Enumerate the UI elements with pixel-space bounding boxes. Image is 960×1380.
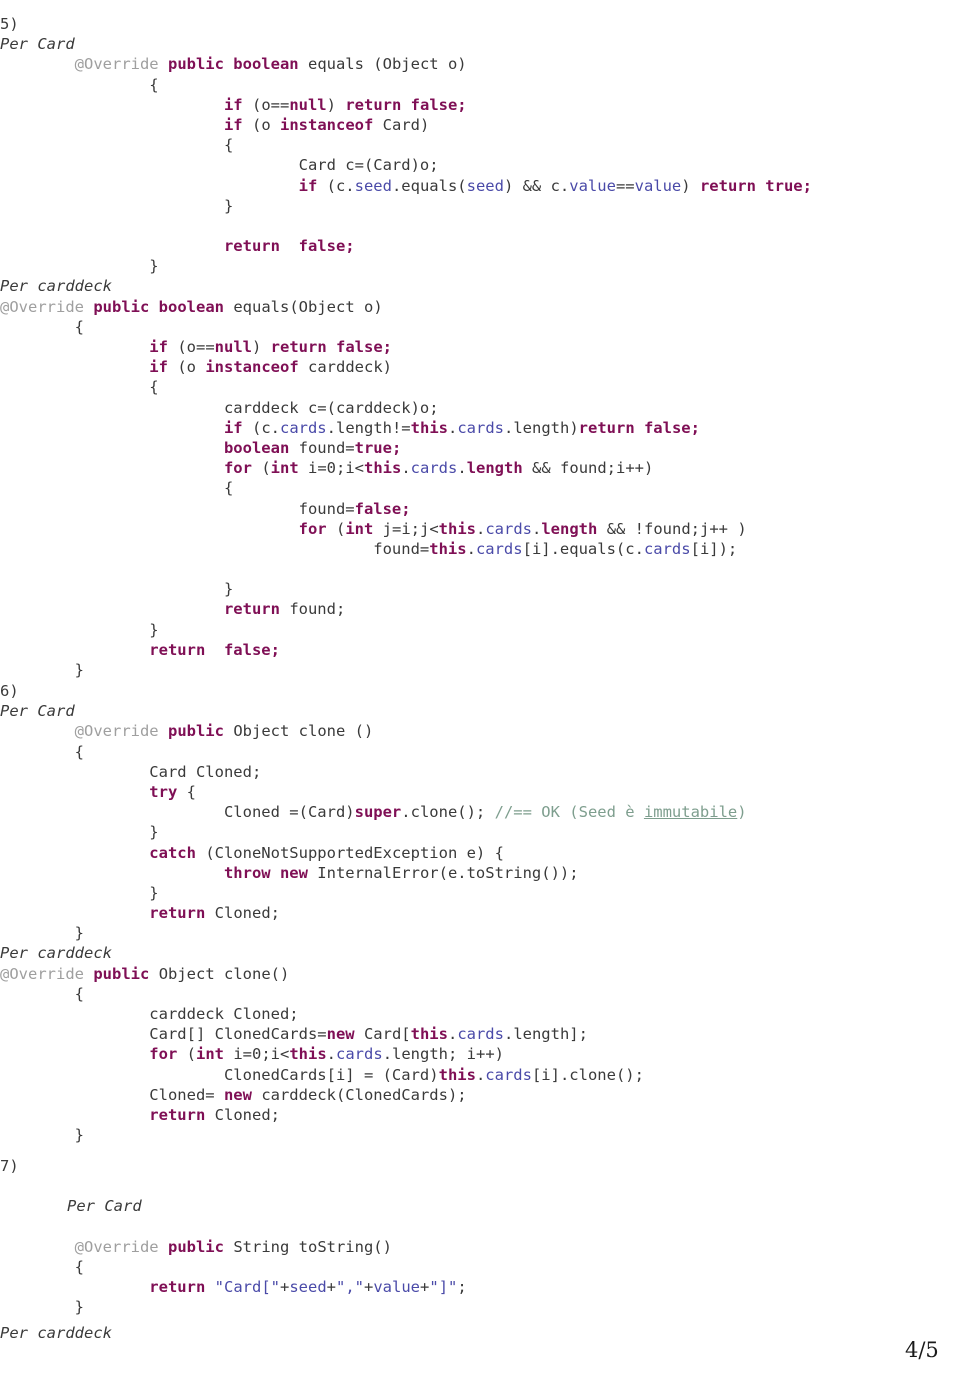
code-block-card-clone: @Override public Object clone () { Card … (0, 722, 747, 943)
section-6: 6) Per Card @Override public Object clon… (0, 681, 747, 1145)
caption-per-card-1: Per Card (0, 35, 75, 54)
caption-per-carddeck-1: Per carddeck (0, 277, 112, 296)
section-5: 5) Per Card @Override public boolean equ… (0, 14, 812, 680)
document-page: 5) Per Card @Override public boolean equ… (0, 0, 960, 1380)
caption-per-card-3: Per Card (67, 1197, 142, 1216)
exercise-marker-5: 5) (0, 15, 19, 33)
caption-per-carddeck-2: Per carddeck (0, 944, 112, 963)
exercise-marker-6: 6) (0, 682, 19, 700)
code-block-carddeck-equals: @Override public boolean equals(Object o… (0, 297, 747, 679)
caption-per-card-2: Per Card (0, 702, 75, 721)
page-number: 4/5 (905, 1338, 939, 1362)
footer-caption-per-carddeck: Per carddeck (0, 1324, 112, 1342)
code-block-card-tostring: @Override public String toString() { ret… (0, 1237, 467, 1317)
section-7: 7) Per Card @Override public String toSt… (0, 1156, 467, 1318)
exercise-marker-7: 7) (0, 1157, 19, 1175)
code-block-card-equals: @Override public boolean equals (Object … (0, 55, 812, 276)
code-block-carddeck-clone: @Override public Object clone() { cardde… (0, 964, 644, 1145)
